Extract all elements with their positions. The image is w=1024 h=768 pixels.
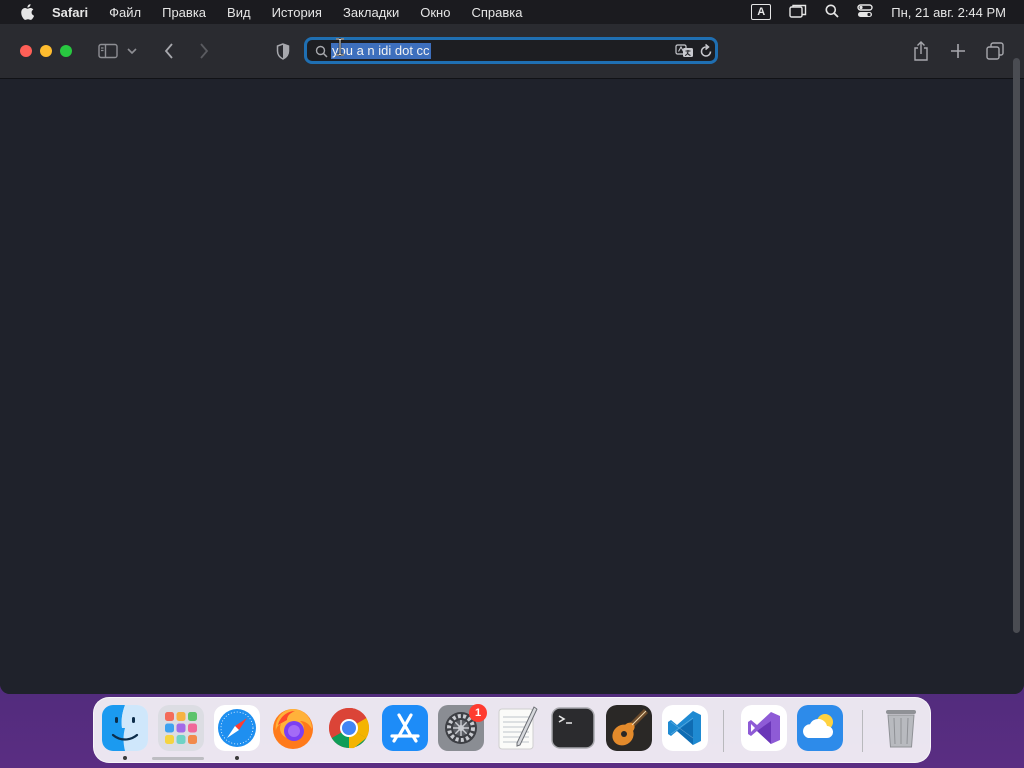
text-cursor-icon bbox=[334, 37, 346, 57]
apple-menu-icon[interactable] bbox=[18, 3, 36, 21]
finder-running-indicator bbox=[123, 756, 127, 760]
tab-groups-chevron-down-icon[interactable] bbox=[124, 39, 140, 63]
finder-icon bbox=[102, 705, 148, 751]
menu-edit[interactable]: Правка bbox=[162, 5, 206, 20]
address-bar[interactable]: you a n idi dot cc bbox=[304, 37, 718, 64]
minimize-window-button[interactable] bbox=[40, 45, 52, 57]
trash-icon bbox=[886, 710, 916, 748]
menu-window[interactable]: Окно bbox=[420, 5, 450, 20]
dock: 1 bbox=[93, 697, 931, 763]
safari-running-indicator bbox=[235, 756, 239, 760]
search-icon bbox=[315, 45, 329, 59]
menu-history[interactable]: История bbox=[272, 5, 322, 20]
safari-compass-icon bbox=[214, 705, 260, 751]
dock-safari[interactable] bbox=[214, 705, 260, 751]
firefox-icon bbox=[273, 709, 313, 749]
status-area: A Пн, 21 авг. 2:44 PM bbox=[751, 0, 1006, 24]
safari-window: you a n idi dot cc bbox=[0, 24, 1024, 694]
dock-visual-studio[interactable] bbox=[741, 705, 787, 751]
tab-overview-icon[interactable] bbox=[983, 39, 1007, 63]
input-source-icon[interactable]: A bbox=[751, 4, 772, 20]
menu-bookmarks[interactable]: Закладки bbox=[343, 5, 399, 20]
dock-chrome[interactable] bbox=[326, 705, 372, 751]
web-content-area[interactable] bbox=[0, 79, 1024, 694]
privacy-shield-icon[interactable] bbox=[271, 39, 295, 63]
notification-badge: 1 bbox=[469, 704, 487, 722]
dock-scroll-indicator bbox=[152, 757, 204, 760]
dock-trash[interactable] bbox=[878, 705, 924, 751]
new-tab-plus-icon[interactable] bbox=[946, 39, 970, 63]
weather-icon bbox=[797, 705, 843, 751]
menu-app-name[interactable]: Safari bbox=[52, 5, 88, 20]
garageband-guitar-icon bbox=[606, 705, 652, 751]
dock-system-settings[interactable]: 1 bbox=[438, 704, 487, 751]
menu-help[interactable]: Справка bbox=[471, 5, 522, 20]
back-chevron-icon[interactable] bbox=[157, 39, 181, 63]
translate-icon[interactable] bbox=[675, 43, 695, 59]
menu-file[interactable]: Файл bbox=[109, 5, 141, 20]
share-icon[interactable] bbox=[909, 39, 933, 63]
menu-bar: Safari Файл Правка Вид История Закладки … bbox=[0, 0, 1024, 24]
visual-studio-icon bbox=[741, 705, 787, 751]
spotlight-search-icon[interactable] bbox=[825, 4, 839, 21]
launchpad-icon bbox=[158, 705, 204, 751]
dock-weather[interactable] bbox=[797, 705, 843, 751]
dock-garageband[interactable] bbox=[606, 705, 652, 751]
terminal-icon bbox=[551, 707, 595, 749]
dock-divider bbox=[723, 710, 724, 752]
sidebar-toggle-icon[interactable] bbox=[96, 39, 120, 63]
dock-launchpad[interactable] bbox=[158, 705, 204, 751]
menu-view[interactable]: Вид bbox=[227, 5, 251, 20]
scrollbar-thumb[interactable] bbox=[1013, 58, 1020, 633]
dock-terminal[interactable] bbox=[550, 705, 596, 751]
app-store-icon bbox=[382, 705, 428, 751]
maximize-window-button[interactable] bbox=[60, 45, 72, 57]
menu-clock[interactable]: Пн, 21 авг. 2:44 PM bbox=[891, 5, 1006, 20]
dock-vscode[interactable] bbox=[662, 705, 708, 751]
reload-icon[interactable] bbox=[699, 43, 713, 59]
dock-app-store[interactable] bbox=[382, 705, 428, 751]
control-center-icon[interactable] bbox=[857, 3, 873, 21]
forward-chevron-icon[interactable] bbox=[192, 39, 216, 63]
vscode-icon bbox=[662, 705, 708, 751]
dock-divider-trash bbox=[862, 710, 863, 752]
dock-finder[interactable] bbox=[102, 705, 148, 751]
dock-firefox[interactable] bbox=[270, 705, 316, 751]
dock-textedit[interactable] bbox=[494, 705, 540, 751]
chrome-icon bbox=[329, 708, 369, 749]
screen-mirroring-icon[interactable] bbox=[789, 4, 807, 21]
safari-toolbar: you a n idi dot cc bbox=[0, 24, 1024, 79]
close-window-button[interactable] bbox=[20, 45, 32, 57]
textedit-icon bbox=[498, 706, 538, 750]
